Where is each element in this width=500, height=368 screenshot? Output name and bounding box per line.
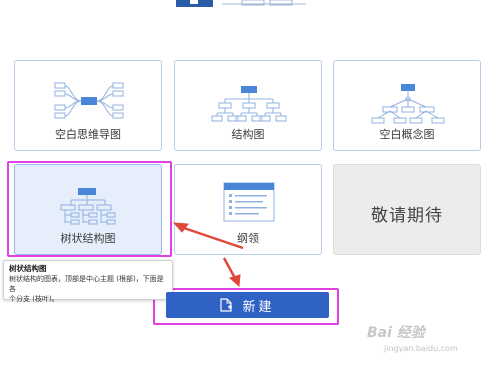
tooltip-body-line: 树状结构的图表，顶部是中心主题 (根部)，下面是各 (9, 275, 164, 293)
new-button[interactable]: 新建 (166, 292, 329, 318)
template-card-outline[interactable]: 纲领 (174, 164, 322, 255)
coming-soon-label: 敬请期待 (371, 206, 443, 226)
concept-map-icon (371, 84, 445, 124)
mind-map-icon (54, 82, 124, 119)
watermark-url: jingyan.baidu.com (384, 344, 458, 353)
template-card-coming-soon: 敬请期待 (333, 164, 481, 255)
tooltip-title: 树状结构图 (9, 264, 47, 273)
new-button-label: 新建 (242, 299, 275, 315)
template-card-mind-map[interactable]: 空白思维导图 (14, 60, 162, 151)
template-card-concept-map[interactable]: 空白概念图 (333, 60, 481, 151)
template-label: 结构图 (231, 128, 265, 141)
template-label: 空白概念图 (379, 128, 435, 141)
template-label: 空白思维导图 (55, 128, 121, 141)
watermark-logo: Bai 经验 (367, 325, 425, 341)
arrow-head-icon (228, 274, 241, 288)
arrow-to-new-button (222, 257, 238, 281)
template-card-org-chart[interactable]: 结构图 (174, 60, 322, 151)
highlight-box-tree-card (7, 161, 172, 257)
template-label: 纲领 (237, 232, 259, 245)
app-logo-tile (176, 0, 213, 7)
new-file-icon (220, 298, 233, 312)
outline-icon (223, 182, 275, 222)
org-chart-icon (211, 86, 287, 122)
tooltip-body-line: 个分支 (枝叶)。 (9, 295, 59, 303)
mini-map-icon (222, 0, 306, 6)
tooltip: 树状结构图 树状结构的图表，顶部是中心主题 (根部)，下面是各 个分支 (枝叶)… (3, 260, 173, 303)
